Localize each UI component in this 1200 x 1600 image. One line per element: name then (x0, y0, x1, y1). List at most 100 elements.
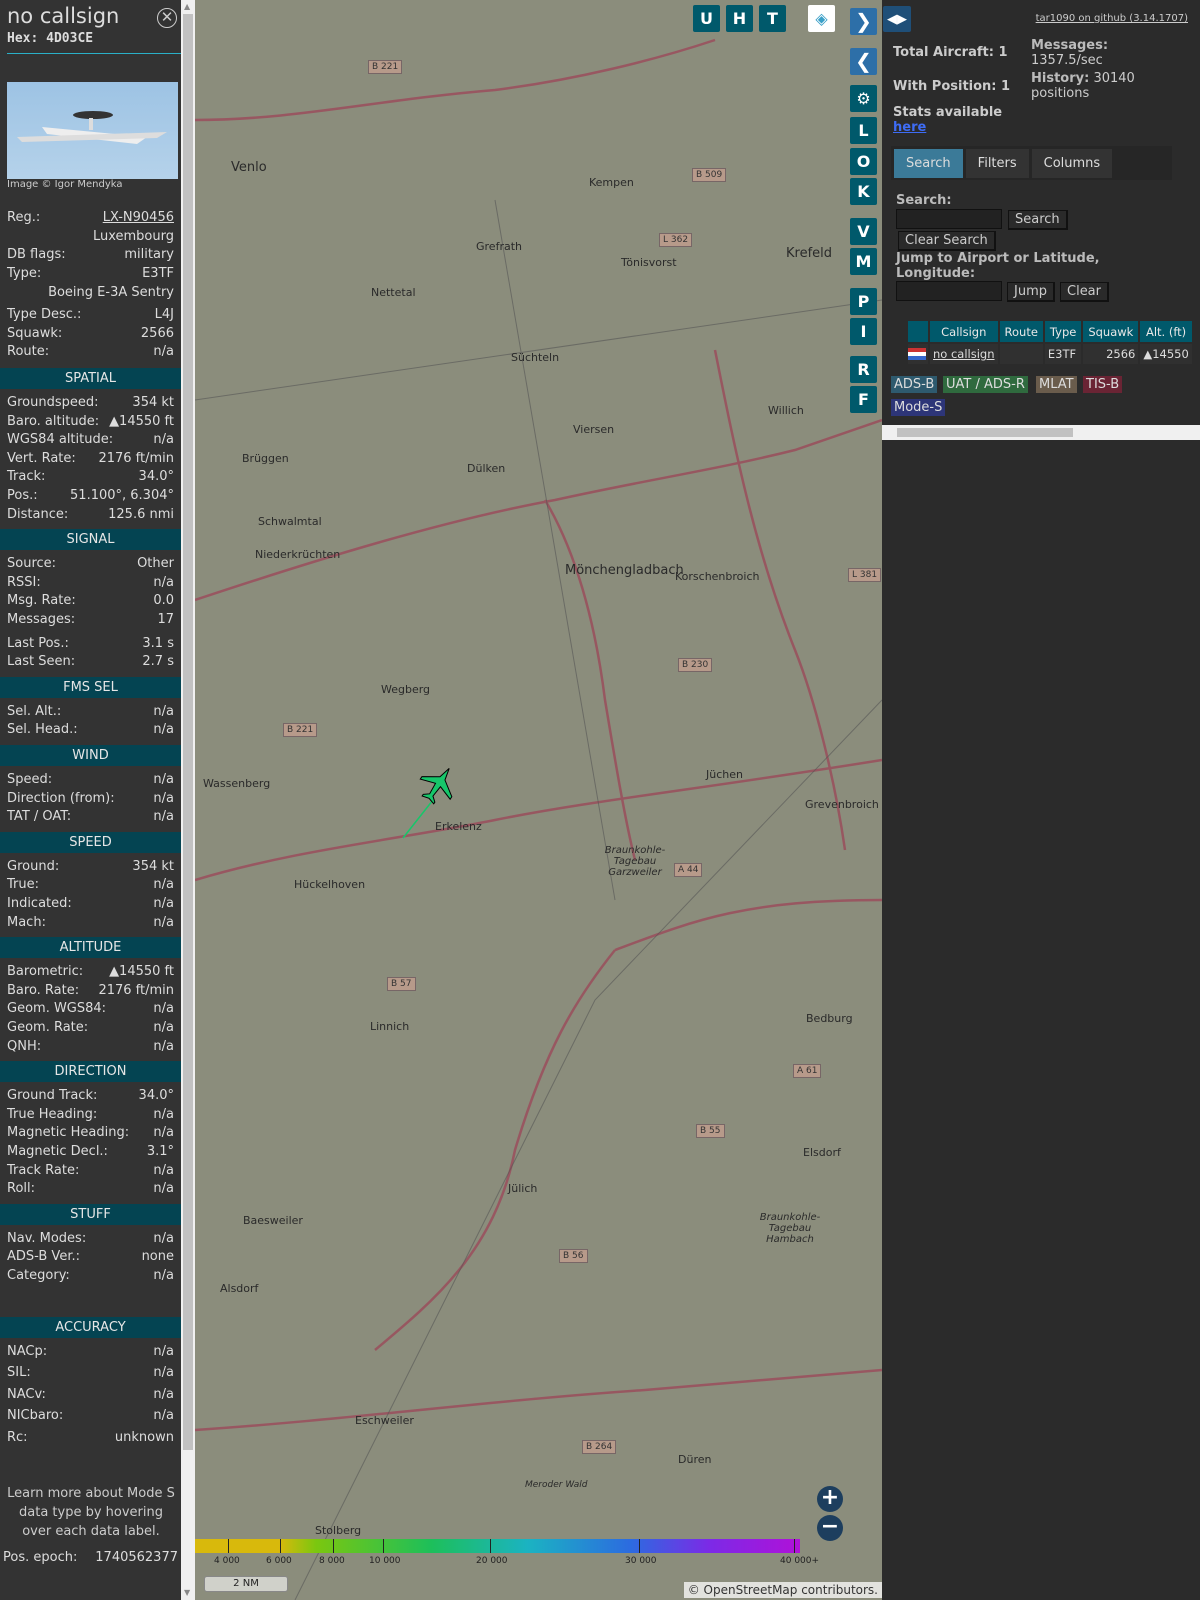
tab-filters[interactable]: Filters (965, 149, 1029, 178)
map-place-label: Mönchengladbach (565, 563, 684, 578)
info-value: Boeing E-3A Sentry (48, 284, 174, 300)
road-label: B 55 (696, 1124, 725, 1138)
zoom-in-button[interactable]: + (817, 1486, 843, 1512)
settings-gear-icon[interactable]: ⚙ (850, 85, 877, 112)
section-header-wind: WIND (0, 745, 181, 766)
table-row[interactable]: no callsign E3TF 2566 ▲14550 (908, 344, 1192, 364)
column-header[interactable]: Type (1044, 321, 1082, 342)
info-value: 17 (157, 612, 174, 627)
map-button-v[interactable]: V (850, 218, 877, 245)
info-row: Vert. Rate: 2176 ft/min (7, 451, 174, 469)
map-button-o[interactable]: O (850, 148, 877, 175)
info-label: Barometric: (7, 964, 84, 980)
map-place-label: Wassenberg (203, 777, 271, 790)
column-header[interactable]: Callsign (930, 321, 998, 342)
map-place-label: Kempen (589, 176, 634, 189)
left-panel-scrollbar[interactable]: ▲ ▼ (181, 0, 195, 1600)
info-row: True Heading: n/a (7, 1107, 174, 1125)
info-label: Geom. WGS84: (7, 1001, 107, 1017)
info-row: Geom. WGS84: n/a (7, 1001, 174, 1019)
map-button-t[interactable]: T (759, 5, 786, 32)
github-link[interactable]: tar1090 on github (3.14.1707) (1036, 13, 1188, 24)
map-button-p[interactable]: P (850, 288, 877, 315)
map-button-l[interactable]: L (850, 117, 877, 144)
altitude-tick (333, 1539, 334, 1553)
tab-search[interactable]: Search (894, 149, 963, 178)
map-button-f[interactable]: F (850, 386, 877, 413)
map-button-r[interactable]: R (850, 356, 877, 383)
map-place-label: Düren (678, 1453, 712, 1466)
hex-value: 4D03CE (46, 31, 94, 46)
info-label: Reg.: (7, 210, 41, 225)
info-label: Msg. Rate: (7, 593, 76, 609)
table-hscrollbar[interactable] (882, 425, 1200, 440)
map-button-k[interactable]: K (850, 178, 877, 205)
close-icon[interactable]: ✕ (157, 8, 177, 28)
layers-icon[interactable]: ◈ (808, 5, 835, 32)
info-row: SIL: n/a (7, 1365, 174, 1383)
stats-link[interactable]: here (893, 120, 926, 135)
pos-epoch-label: Pos. epoch: (3, 1550, 78, 1565)
messages-stat: Messages: 1357.5/sec (1031, 38, 1191, 68)
total-aircraft: Total Aircraft: 1 (893, 45, 1008, 60)
column-header[interactable]: Alt. (ft) (1140, 321, 1192, 342)
scroll-thumb[interactable] (183, 14, 193, 1450)
info-value: n/a (153, 790, 174, 806)
callsign-link[interactable]: no callsign (933, 347, 995, 361)
column-header[interactable]: Route (999, 321, 1043, 342)
info-row: Reg.: LX-N90456 (7, 210, 174, 228)
search-input[interactable] (896, 209, 1002, 229)
github-link-text[interactable]: tar1090 on github (3.14.1707) (1036, 13, 1188, 24)
zoom-out-button[interactable]: − (817, 1515, 843, 1541)
altitude-tick-label: 40 000+ (780, 1556, 820, 1566)
map[interactable]: Venlo Kempen Krefeld Nettetal Grefrath Tönisv… (195, 0, 882, 1600)
aircraft-photo[interactable] (7, 82, 178, 179)
info-label: NACp: (7, 1343, 48, 1359)
column-header[interactable]: Squawk (1083, 321, 1139, 342)
info-row: Direction (from): n/a (7, 791, 174, 809)
map-attribution[interactable]: © OpenStreetMap contributors. (683, 1582, 882, 1598)
map-button-m[interactable]: M (850, 248, 877, 275)
history-stat: History: 30140 positions (1031, 71, 1191, 101)
info-row: Mach: n/a (7, 915, 174, 933)
info-value[interactable]: LX-N90456 (103, 210, 174, 228)
info-value: none (141, 1249, 174, 1265)
info-label: Distance: (7, 506, 69, 522)
map-place-label: Viersen (573, 423, 615, 436)
jump-input[interactable] (896, 281, 1002, 301)
cell-callsign[interactable]: no callsign (930, 344, 998, 364)
scroll-up-icon[interactable]: ▲ (184, 2, 190, 11)
scroll-down-icon[interactable]: ▼ (184, 1588, 190, 1597)
altitude-tick (280, 1539, 281, 1553)
info-row: QNH: n/a (7, 1039, 174, 1057)
map-place-label: Dülken (467, 462, 506, 475)
info-row: Squawk: 2566 (7, 326, 174, 344)
info-label: Rc: (7, 1429, 28, 1445)
map-button-i[interactable]: I (850, 318, 877, 345)
chevron-left-icon[interactable]: ❮ (850, 48, 877, 75)
cell-route (999, 344, 1043, 364)
section-header-altitude: ALTITUDE (0, 937, 181, 959)
altitude-tick-label: 4 000 (214, 1556, 240, 1566)
altitude-color-scale (195, 1539, 800, 1553)
map-button-h[interactable]: H (726, 5, 753, 32)
aircraft-info-panel: no callsign Hex: 4D03CE ✕ Image © Igor M… (0, 0, 181, 1600)
map-place-label: Braunkohle-Tagebau Hambach (759, 1212, 821, 1245)
chevron-right-icon[interactable]: ❯ (850, 8, 877, 35)
clear-button[interactable]: Clear (1060, 282, 1109, 302)
jump-button[interactable]: Jump (1007, 282, 1055, 302)
divider (7, 53, 181, 54)
stats-link-text[interactable]: here (893, 120, 926, 135)
clear-search-button[interactable]: Clear Search (898, 231, 996, 251)
column-header[interactable] (908, 321, 928, 342)
scroll-thumb[interactable] (897, 428, 1073, 437)
toggle-sidebar-icon[interactable]: ◀▶ (883, 6, 911, 32)
info-label: Route: (7, 344, 50, 360)
info-row: Type: E3TF (7, 266, 174, 284)
info-label: Pos.: (7, 488, 38, 503)
tab-columns[interactable]: Columns (1031, 149, 1113, 178)
map-button-u[interactable]: U (693, 5, 720, 32)
section-header-fms-sel: FMS SEL (0, 676, 181, 698)
search-button[interactable]: Search (1008, 210, 1068, 230)
info-value: 2.7 s (142, 654, 174, 670)
